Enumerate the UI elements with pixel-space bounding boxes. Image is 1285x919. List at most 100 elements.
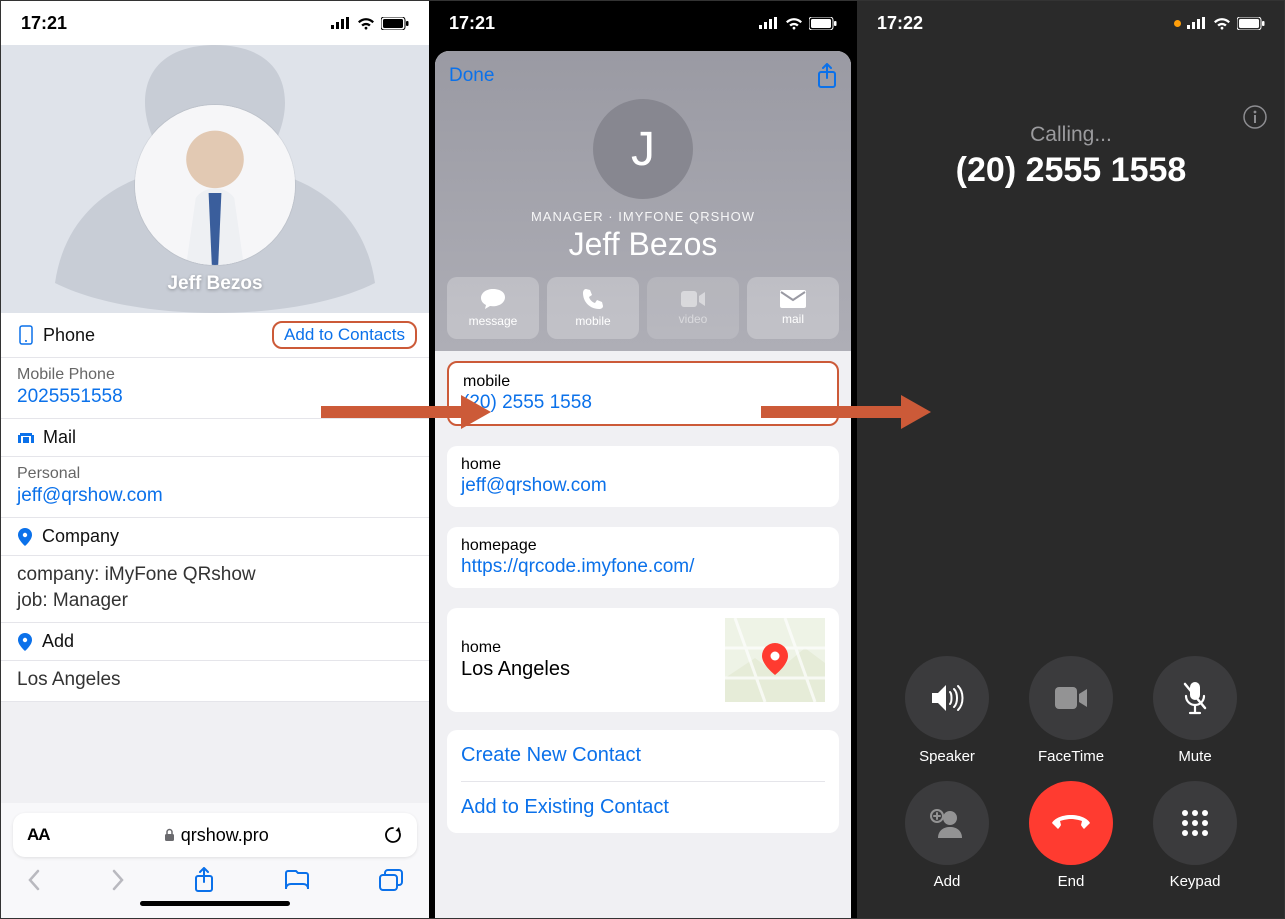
screenshot-phone-2: 17:21 Done J MANAGER · IMYFONE QRSHOW Je…	[429, 1, 857, 918]
status-icons	[331, 17, 409, 30]
home-indicator[interactable]	[140, 901, 290, 906]
call-controls: Speaker FaceTime Mute Add End Keypad	[857, 638, 1285, 900]
safari-toolbar: AA qrshow.pro	[1, 803, 429, 918]
wifi-icon	[785, 17, 803, 30]
battery-icon	[1237, 17, 1265, 30]
share-icon[interactable]	[194, 867, 214, 893]
mail-value: jeff@qrshow.com	[17, 485, 413, 507]
map-pin-icon	[762, 643, 788, 680]
status-time: 17:22	[877, 13, 923, 34]
homepage-label: homepage	[461, 537, 825, 555]
company-section-header: Company	[1, 518, 429, 556]
wifi-icon	[357, 17, 375, 30]
url-bar[interactable]: AA qrshow.pro	[13, 813, 417, 857]
battery-icon	[809, 17, 837, 30]
calling-number: (20) 2555 1558	[857, 151, 1285, 190]
contact-name: Jeff Bezos	[1, 273, 429, 295]
facetime-icon	[1054, 686, 1088, 710]
wifi-icon	[1213, 17, 1231, 30]
address-value: Los Angeles	[461, 658, 570, 681]
homepage-row[interactable]: homepage https://qrcode.imyfone.com/	[447, 527, 839, 588]
cell-signal-icon	[331, 17, 351, 29]
company-section-label: Company	[42, 526, 119, 547]
address-section-header: Add	[1, 623, 429, 661]
homepage-value: https://qrcode.imyfone.com/	[461, 556, 825, 578]
status-icons	[1174, 17, 1265, 30]
add-person-icon	[930, 808, 964, 838]
contact-avatar-initial: J	[593, 99, 693, 199]
job-line: job: Manager	[17, 590, 413, 612]
battery-icon	[381, 17, 409, 30]
reload-icon[interactable]	[383, 825, 403, 845]
text-size-button[interactable]: AA	[27, 825, 50, 845]
bookmarks-icon[interactable]	[284, 869, 310, 891]
contact-subtitle: MANAGER · IMYFONE QRSHOW	[447, 209, 839, 224]
lock-icon	[164, 828, 175, 842]
home-email-value: jeff@qrshow.com	[461, 475, 825, 497]
contact-actions: message mobile video mail	[447, 277, 839, 339]
back-icon[interactable]	[27, 869, 41, 891]
mail-section-label: Mail	[43, 427, 76, 448]
create-new-contact-button[interactable]: Create New Contact	[461, 730, 825, 782]
company-line: company: iMyFone QRshow	[17, 564, 413, 586]
contact-name: Jeff Bezos	[447, 226, 839, 263]
mobile-phone-value: 2025551558	[17, 386, 413, 408]
message-button[interactable]: message	[447, 277, 539, 339]
mobile-label: mobile	[463, 373, 823, 391]
speaker-button[interactable]: Speaker	[885, 656, 1009, 765]
contact-sheet-header: Done J MANAGER · IMYFONE QRSHOW Jeff Bez…	[435, 51, 851, 351]
home-label: home	[461, 456, 825, 474]
mail-row[interactable]: Personal jeff@qrshow.com	[1, 457, 429, 518]
mail-label: Personal	[17, 465, 413, 483]
url-text: qrshow.pro	[181, 825, 269, 846]
mobile-value: (20) 2555 1558	[463, 392, 823, 414]
mic-indicator-dot	[1174, 20, 1181, 27]
phone-icon	[582, 288, 604, 310]
home-email-row[interactable]: home jeff@qrshow.com	[447, 446, 839, 507]
forward-icon[interactable]	[111, 869, 125, 891]
address-row[interactable]: Los Angeles	[1, 661, 429, 702]
company-row: company: iMyFone QRshow job: Manager	[1, 556, 429, 623]
add-call-button[interactable]: Add	[885, 781, 1009, 890]
add-existing-contact-button[interactable]: Add to Existing Contact	[461, 782, 825, 833]
end-call-button[interactable]: End	[1009, 781, 1133, 890]
map-thumbnail[interactable]	[725, 618, 825, 702]
screenshot-phone-3: 17:22 Calling... (20) 2555 1558 Speaker …	[857, 1, 1285, 918]
info-button[interactable]	[1243, 105, 1267, 134]
status-icons	[759, 17, 837, 30]
phone-section-header: Phone Add to Contacts	[1, 313, 429, 358]
status-time: 17:21	[449, 13, 495, 34]
end-call-icon	[1051, 814, 1091, 832]
contact-sheet: Done J MANAGER · IMYFONE QRSHOW Jeff Bez…	[435, 51, 851, 918]
video-icon	[680, 290, 706, 308]
share-button[interactable]	[817, 63, 837, 89]
done-button[interactable]: Done	[449, 65, 494, 87]
phone-section-label: Phone	[43, 325, 95, 346]
message-icon	[480, 288, 506, 310]
facetime-button[interactable]: FaceTime	[1009, 656, 1133, 765]
pin-icon	[17, 528, 33, 546]
status-bar: 17:21	[1, 1, 429, 45]
pin-icon	[17, 633, 33, 651]
mobile-phone-row[interactable]: Mobile Phone 2025551558	[1, 358, 429, 419]
contact-hero: Jeff Bezos	[1, 45, 429, 313]
address-row[interactable]: home Los Angeles	[447, 608, 839, 712]
contact-actions-list: Create New Contact Add to Existing Conta…	[447, 730, 839, 833]
speaker-icon	[930, 683, 964, 713]
cell-signal-icon	[1187, 17, 1207, 29]
screenshot-phone-1: 17:21 Jeff Bezos Phone Add to Contacts M…	[1, 1, 429, 918]
tabs-icon[interactable]	[379, 869, 403, 891]
mail-button[interactable]: mail	[747, 277, 839, 339]
status-time: 17:21	[21, 13, 67, 34]
status-bar: 17:22	[857, 1, 1285, 45]
video-button: video	[647, 277, 739, 339]
mute-icon	[1182, 681, 1208, 715]
cell-signal-icon	[759, 17, 779, 29]
address-section-label: Add	[42, 631, 74, 652]
mail-icon	[17, 430, 35, 446]
mobile-number-row[interactable]: mobile (20) 2555 1558	[447, 361, 839, 426]
mute-button[interactable]: Mute	[1133, 656, 1257, 765]
call-mobile-button[interactable]: mobile	[547, 277, 639, 339]
add-to-contacts-link[interactable]: Add to Contacts	[272, 321, 417, 349]
keypad-button[interactable]: Keypad	[1133, 781, 1257, 890]
